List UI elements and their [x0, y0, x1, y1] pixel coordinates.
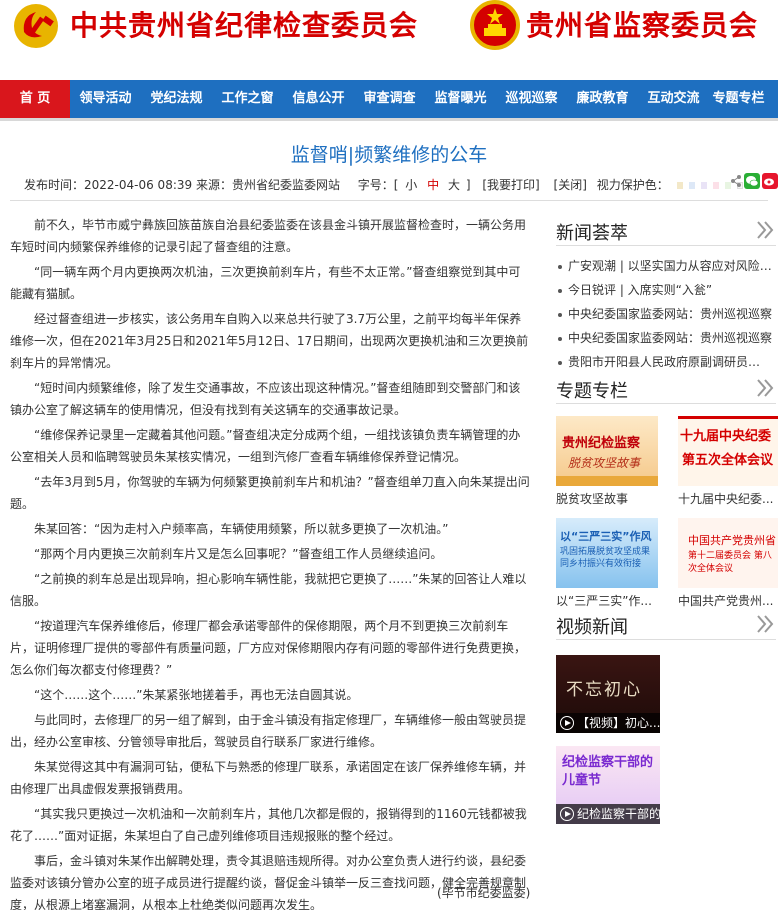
nav-leadership[interactable]: 领导活动 — [70, 80, 141, 118]
thumb-subtitle: 第五次全体会议 — [682, 453, 774, 468]
print-button[interactable]: [我要打印] — [482, 178, 539, 192]
article-title: 监督哨|频繁维修的公车 — [290, 144, 488, 166]
special-caption[interactable]: 脱贫攻坚故事 — [556, 490, 666, 507]
news-item[interactable]: 贵阳市开阳县人民政府原副调研员张某某 — [556, 350, 772, 374]
news-section-header: 新闻荟萃 — [556, 216, 776, 246]
video-image-text: 纪检监察干部的 儿童节 — [562, 755, 654, 788]
special-thumb-plenary[interactable]: 十九届中央纪委 第五次全体会议 — [678, 416, 778, 486]
video-section-header: 视频新闻 — [556, 610, 776, 640]
news-item[interactable]: 中央纪委国家监委网站：贵州巡视巡察 — [556, 302, 772, 326]
double-chevron-right-icon[interactable] — [756, 614, 774, 634]
article-source: (毕节市纪委监委) — [437, 886, 531, 900]
special-caption[interactable]: 十九届中央纪委... — [678, 490, 778, 507]
video-image-text: 不忘初心 — [566, 680, 642, 700]
nav-divider — [0, 118, 778, 121]
font-size-label: 字号：[ — [357, 178, 399, 192]
nav-home[interactable]: 首 页 — [0, 80, 70, 118]
news-item[interactable]: 广安观潮 | 以坚实国力从容应对风险挑战 — [556, 254, 772, 278]
nav-investigation[interactable]: 审查调查 — [354, 80, 425, 118]
special-thumb-poverty[interactable]: 贵州纪检监察 脱贫攻坚故事 — [556, 416, 658, 486]
article-paragraph: “维修保养记录里一定藏着其他问题。”督查组决定分成两个组，一组找该镇负责车辆管理… — [10, 428, 521, 464]
double-chevron-right-icon[interactable] — [756, 220, 774, 240]
thumb-title: 以“三严三实”作风 — [560, 530, 652, 543]
article-paragraph: 与此同时，去修理厂的另一组了解到，由于金斗镇没有指定修理厂，车辆维修一般由驾驶员… — [10, 713, 527, 749]
party-emblem-icon — [14, 4, 58, 48]
video-thumb[interactable]: 纪检监察干部的 儿童节 纪检监察干部的 — [556, 746, 660, 824]
eye-color-swatch[interactable] — [712, 182, 719, 189]
article-body: 前不久，毕节市威宁彝族回族苗族自治县纪委监委在该县金斗镇开展监督检查时，一辆公务… — [10, 214, 530, 910]
nav-education[interactable]: 廉政教育 — [567, 80, 638, 118]
main-nav: 首 页 领导活动 党纪法规 工作之窗 信息公开 审查调查 监督曝光 巡视巡察 廉… — [0, 80, 778, 118]
article-paragraph: 前不久，毕节市威宁彝族回族苗族自治县纪委监委在该县金斗镇开展监督检查时，一辆公务… — [10, 218, 527, 254]
video-heading: 视频新闻 — [556, 617, 628, 638]
article-paragraph: “那两个月内更换三次前刹车片又是怎么回事呢？”督查组工作人员继续追问。 — [34, 547, 443, 561]
article-paragraph: “短时间内频繁维修，除了发生交通事故，不应该出现这种情况。”督查组随即到交警部门… — [10, 381, 521, 417]
thumb-title: 中国共产党贵州省 — [688, 534, 776, 547]
article-paragraph: “去年3月到5月，你驾驶的车辆为何频繁更换前刹车片和机油？”督查组单刀直入向朱某… — [10, 475, 530, 511]
thumb-title: 贵州纪检监察 — [562, 436, 641, 451]
article-paragraph: 朱某觉得这其中有漏洞可钻，便私下与熟悉的修理厂联系，承诺固定在该厂保养维修车辆，… — [10, 760, 527, 796]
article-paragraph: 朱某回答：“因为走村入户频率高，车辆使用频繁，所以就多更换了一次机油。” — [34, 522, 449, 536]
thumb-title: 十九届中央纪委 — [680, 429, 772, 444]
supervision-title: 贵州省监察委员会 — [526, 9, 759, 42]
special-caption[interactable]: 以“三严三实”作... — [556, 592, 656, 609]
news-list: 广安观潮 | 以坚实国力从容应对风险挑战 今日锐评 | 入席实则“入瓮” 中央纪… — [556, 254, 772, 374]
nav-interaction[interactable]: 互动交流 — [638, 80, 709, 118]
thumb-subtitle: 脱贫攻坚故事 — [568, 456, 641, 470]
special-heading: 专题专栏 — [556, 381, 628, 402]
special-thumb-three-strict[interactable]: 以“三严三实”作风 巩固拓展脱贫攻坚成果 同乡村振兴有效衔接 — [556, 518, 658, 588]
close-button[interactable]: [关闭] — [554, 178, 587, 192]
news-item[interactable]: 今日锐评 | 入席实则“入瓮” — [556, 278, 772, 302]
article-paragraph: “按道理汽车保养维修后，修理厂都会承诺零部件的保修期限，两个月不到更换三次前刹车… — [10, 619, 527, 677]
national-emblem-icon — [470, 0, 520, 50]
publish-info: 发布时间：2022-04-06 08:39 来源：贵州省纪委监委网站 — [24, 178, 340, 192]
article-paragraph: 经过督查组进一步核实，该公务用车自购入以来总共行驶了3.7万公里，之前平均每半年… — [10, 312, 529, 370]
thumb-subtitle: 巩固拓展脱贫攻坚成果 同乡村振兴有效衔接 — [560, 547, 651, 569]
share-icon[interactable] — [730, 172, 742, 190]
play-icon — [560, 715, 574, 730]
wechat-icon[interactable] — [744, 172, 760, 190]
commission-title: 中共贵州省纪律检查委员会 — [70, 9, 419, 42]
special-section-header: 专题专栏 — [556, 374, 776, 404]
article-paragraph: “这个……这个……”朱某紧张地搓着手，再也无法自圆其说。 — [34, 688, 359, 702]
eye-color-swatch[interactable] — [700, 182, 707, 189]
font-size-close: ] — [465, 178, 471, 192]
nav-work-window[interactable]: 工作之窗 — [212, 80, 283, 118]
weibo-icon[interactable] — [762, 172, 778, 190]
site-header: 中共贵州省纪律检查委员会 贵州省监察委员会 — [0, 0, 778, 80]
font-large-button[interactable]: 大 — [448, 178, 460, 192]
nav-info-disclosure[interactable]: 信息公开 — [283, 80, 354, 118]
thumb-subtitle: 第十二届委员会 第八次全体会议 — [688, 551, 772, 574]
nav-regulations[interactable]: 党纪法规 — [141, 80, 212, 118]
nav-special[interactable]: 专题专栏 — [709, 80, 768, 118]
nav-exposure[interactable]: 监督曝光 — [425, 80, 496, 118]
font-small-button[interactable]: 小 — [405, 178, 417, 192]
font-medium-button[interactable]: 中 — [427, 178, 439, 192]
news-item[interactable]: 中央纪委国家监委网站：贵州巡视巡察 — [556, 326, 772, 350]
eye-protect-label: 视力保护色： — [596, 178, 669, 192]
special-caption[interactable]: 中国共产党贵州... — [678, 592, 778, 609]
video-caption: 【视频】初心... — [556, 713, 660, 733]
video-thumb[interactable]: 不忘初心 【视频】初心... — [556, 655, 660, 733]
eye-color-swatch[interactable] — [676, 182, 683, 189]
meta-divider — [10, 200, 768, 201]
eye-color-swatch[interactable] — [688, 182, 695, 189]
article-paragraph: “其实我只更换过一次机油和一次前刹车片，其他几次都是假的，报销得到的1160元钱… — [10, 807, 527, 843]
double-chevron-right-icon[interactable] — [756, 378, 774, 398]
article-paragraph: “同一辆车两个月内更换两次机油，三次更换前刹车片，有些不太正常。”督查组察觉到其… — [10, 265, 521, 301]
video-caption: 纪检监察干部的 — [556, 804, 660, 824]
article-paragraph: 事后，金斗镇对朱某作出解聘处理，责令其退赔违规所得。对办公室负责人进行约谈，县纪… — [10, 854, 527, 910]
special-thumb-guizhou-party[interactable]: 中国共产党贵州省 第十二届委员会 第八次全体会议 — [678, 518, 778, 588]
article-meta: 发布时间：2022-04-06 08:39 来源：贵州省纪委监委网站 字号：[ … — [24, 176, 749, 193]
nav-inspection[interactable]: 巡视巡察 — [496, 80, 567, 118]
news-heading: 新闻荟萃 — [556, 223, 628, 244]
article-paragraph: “之前换的刹车总是出现异响，担心影响车辆性能，我就把它更换了……”朱某的回答让人… — [10, 572, 527, 608]
play-icon — [560, 806, 574, 821]
